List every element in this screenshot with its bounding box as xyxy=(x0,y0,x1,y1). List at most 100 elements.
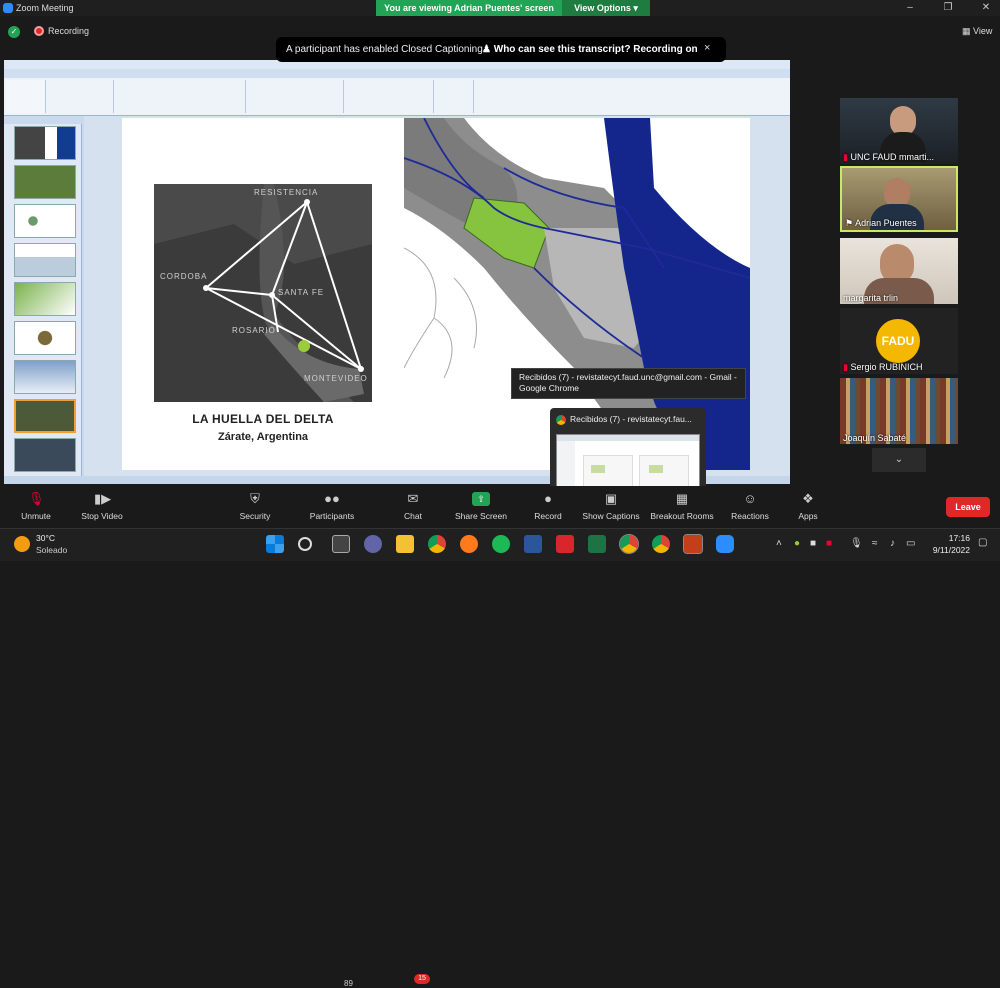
chat-label: Chat xyxy=(404,511,422,521)
chrome-icon xyxy=(556,415,566,425)
panel-tabs xyxy=(4,116,82,124)
shield-icon[interactable]: ✓ xyxy=(8,26,20,38)
slide-thumbnail[interactable] xyxy=(14,126,76,160)
viewing-banner: You are viewing Adrian Puentes' screen xyxy=(376,0,562,16)
acrobat-icon[interactable] xyxy=(556,535,574,553)
sun-icon[interactable] xyxy=(14,536,30,552)
minimize-button[interactable]: – xyxy=(902,2,918,14)
close-window-button[interactable]: ✕ xyxy=(978,2,994,14)
windows-start-icon[interactable] xyxy=(266,535,284,553)
slide-thumbnail[interactable] xyxy=(14,360,76,394)
view-button[interactable]: ▦ View xyxy=(962,26,992,37)
show-captions-button[interactable]: ▣ Show Captions xyxy=(575,491,647,522)
apps-label: Apps xyxy=(798,511,818,521)
participant-name: ▮ UNC FAUD mmarti... xyxy=(843,152,934,162)
leave-button[interactable]: Leave xyxy=(946,497,990,517)
search-icon[interactable] xyxy=(298,537,312,551)
unmute-button[interactable]: 🎙 Unmute xyxy=(0,492,72,522)
slide-thumbnail[interactable] xyxy=(14,243,76,277)
slide-thumbnail-selected[interactable] xyxy=(14,399,76,433)
taskbar-date[interactable]: 9/11/2022 xyxy=(922,545,970,555)
maximize-button[interactable]: ❐ xyxy=(940,2,956,14)
city-label: CORDOBA xyxy=(160,272,208,281)
reactions-label: Reactions xyxy=(731,511,769,521)
zoom-icon[interactable] xyxy=(716,535,734,553)
view-label: View xyxy=(973,26,993,36)
powerpoint-icon[interactable] xyxy=(683,534,703,554)
title-bar: Zoom Meeting You are viewing Adrian Puen… xyxy=(0,0,1000,16)
shield-icon: ⛨ xyxy=(250,491,260,506)
apps-button[interactable]: ❖ Apps xyxy=(772,491,844,522)
participants-button[interactable]: ●● Participants xyxy=(296,491,368,522)
zoom-app-icon xyxy=(3,3,13,13)
tray-app-icon[interactable]: ■ xyxy=(810,538,816,549)
muted-mic-icon: ▮ xyxy=(843,152,848,162)
participant-tile[interactable]: Joaquín Sabaté xyxy=(840,378,958,444)
chat-unread-badge: 15 xyxy=(414,974,430,984)
tray-app-icon[interactable]: ● xyxy=(794,538,800,549)
slide-thumbnail[interactable] xyxy=(14,282,76,316)
participant-tile-active-speaker[interactable]: ⚑ Adrian Puentes xyxy=(840,166,958,232)
record-button[interactable]: ● Record xyxy=(512,492,584,522)
close-icon[interactable]: × xyxy=(704,42,710,54)
taskbar-time[interactable]: 17:16 xyxy=(928,533,970,543)
cc-icon: ▣ xyxy=(604,491,618,506)
people-icon: ●● xyxy=(324,491,340,506)
excel-icon[interactable] xyxy=(588,535,606,553)
chevron-down-icon[interactable]: ⌄ xyxy=(872,448,926,472)
chrome-preview-title: Recibidos (7) - revistatecyt.fau... xyxy=(570,414,692,424)
firefox-icon[interactable] xyxy=(460,535,478,553)
participant-name: ⚑ Adrian Puentes xyxy=(845,218,917,228)
transcript-info-label: Who can see this transcript? Recording o… xyxy=(493,44,698,55)
file-explorer-icon[interactable] xyxy=(396,535,414,553)
ppt-ribbon xyxy=(4,78,790,116)
caption-notice-text: A participant has enabled Closed Caption… xyxy=(286,44,483,55)
participant-avatar: FADU xyxy=(876,319,920,363)
tray-app-icon[interactable]: ■ xyxy=(826,538,832,549)
recording-icon[interactable] xyxy=(34,26,44,36)
chrome-profile-icon[interactable] xyxy=(652,535,670,553)
transcript-info-link[interactable]: ♟ Who can see this transcript? Recording… xyxy=(482,44,698,55)
notification-icon[interactable]: ▢ xyxy=(978,537,987,548)
muted-mic-icon: ▮ xyxy=(843,362,848,372)
slide-thumbnail[interactable] xyxy=(14,204,76,238)
chrome-profile-icon[interactable] xyxy=(619,534,639,554)
user-icon: ♟ xyxy=(482,44,491,55)
word-icon[interactable] xyxy=(524,535,542,553)
slide-thumbnail[interactable] xyxy=(14,165,76,199)
participant-name: ▮ Sergio RUBINICH xyxy=(843,362,923,372)
weather-condition: Soleado xyxy=(36,545,68,555)
view-options-button[interactable]: View Options ▾ xyxy=(562,0,650,16)
record-label: Record xyxy=(534,511,562,521)
battery-icon[interactable]: ▭ xyxy=(906,538,915,549)
breakout-rooms-button[interactable]: ▦ Breakout Rooms xyxy=(646,492,718,522)
security-button[interactable]: ⛨ Security xyxy=(219,491,291,522)
teams-chat-icon[interactable] xyxy=(364,535,382,553)
participant-tile[interactable]: ▮ UNC FAUD mmarti... xyxy=(840,98,958,164)
stop-video-button[interactable]: ▮▶ Stop Video xyxy=(66,492,138,522)
taskbar-tooltip: Recibidos (7) - revistatecyt.faud.unc@gm… xyxy=(511,368,746,399)
chat-bubble-icon: ✉ xyxy=(407,491,419,506)
city-label: ROSARIO xyxy=(232,326,276,335)
slide-thumbnail[interactable] xyxy=(14,321,76,355)
wifi-icon[interactable]: ≈ xyxy=(872,538,878,549)
apps-icon: ❖ xyxy=(802,491,814,506)
pin-icon: ⚑ xyxy=(845,218,854,228)
participant-tile[interactable]: margarita trlin xyxy=(840,238,958,304)
city-label: RESISTENCIA xyxy=(254,188,319,197)
slides-panel xyxy=(4,116,82,476)
share-screen-button[interactable]: ⇧ Share Screen xyxy=(445,492,517,521)
security-label: Security xyxy=(239,511,271,521)
microphone-icon[interactable]: 🎙 xyxy=(850,538,863,549)
task-view-icon[interactable] xyxy=(332,535,350,553)
slide-thumbnail[interactable] xyxy=(14,438,76,472)
chevron-up-icon[interactable]: ˄ xyxy=(776,538,782,549)
slide-subtitle: Zárate, Argentina xyxy=(217,431,309,443)
share-screen-label: Share Screen xyxy=(455,511,507,521)
chat-button[interactable]: ✉ Chat xyxy=(377,491,449,522)
speaker-icon[interactable]: ♪ xyxy=(890,538,895,549)
participant-name: margarita trlin xyxy=(843,293,899,303)
chrome-icon[interactable] xyxy=(428,535,446,553)
spotify-icon[interactable] xyxy=(492,535,510,553)
show-captions-label: Show Captions xyxy=(582,511,640,521)
